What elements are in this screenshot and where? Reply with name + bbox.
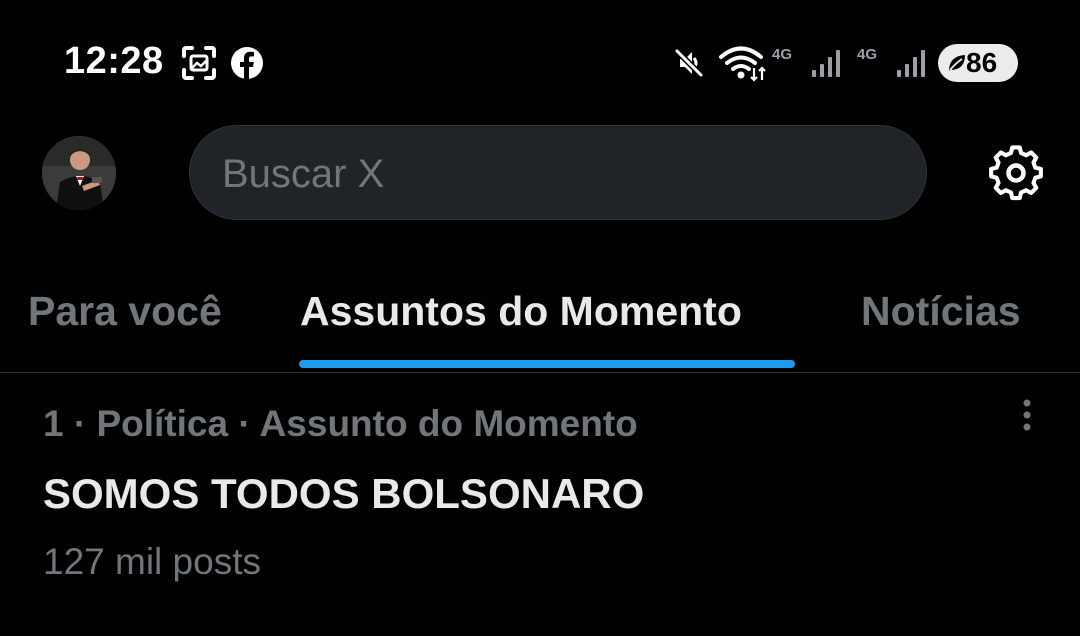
tab-bar: Para você Assuntos do Momento Notícias bbox=[0, 270, 1080, 373]
battery-indicator: 86 bbox=[938, 44, 1018, 82]
active-tab-indicator bbox=[299, 360, 795, 368]
signal-icon bbox=[897, 50, 925, 77]
screenshot-icon bbox=[182, 46, 216, 80]
battery-leaf-icon bbox=[949, 55, 965, 71]
search-input[interactable]: Buscar X bbox=[189, 125, 927, 220]
battery-level: 86 bbox=[966, 47, 998, 78]
tab-para-voce[interactable]: Para você bbox=[28, 288, 222, 335]
more-options-icon[interactable] bbox=[1010, 395, 1044, 439]
network-type-label: 4G bbox=[857, 46, 878, 63]
search-placeholder: Buscar X bbox=[222, 152, 385, 196]
trend-post-count: 127 mil posts bbox=[43, 541, 261, 582]
trend-meta: 1 · Política · Assunto do Momento bbox=[43, 403, 638, 444]
mute-icon bbox=[674, 48, 704, 78]
status-bar: 12:28 4G 4G 86 bbox=[0, 0, 1080, 110]
status-time: 12:28 bbox=[64, 40, 164, 82]
signal-icon bbox=[812, 50, 840, 77]
trend-title: SOMOS TODOS BOLSONARO bbox=[43, 470, 645, 517]
tab-assuntos-do-momento[interactable]: Assuntos do Momento bbox=[300, 288, 742, 335]
wifi-icon bbox=[719, 46, 766, 82]
gear-icon[interactable] bbox=[986, 143, 1046, 203]
network-type-label: 4G bbox=[772, 46, 793, 63]
avatar-image bbox=[42, 136, 116, 210]
avatar[interactable] bbox=[42, 136, 116, 210]
trend-item[interactable]: 1 · Política · Assunto do Momento SOMOS … bbox=[0, 373, 1080, 636]
tab-noticias[interactable]: Notícias bbox=[861, 288, 1021, 335]
facebook-icon bbox=[231, 47, 263, 80]
